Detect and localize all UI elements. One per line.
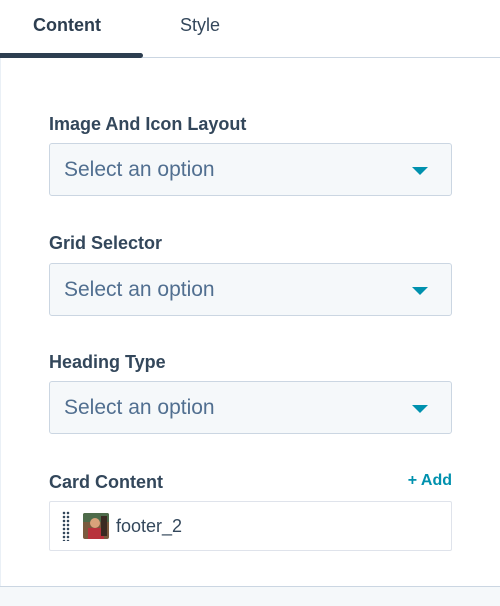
image-icon-layout-label: Image And Icon Layout — [49, 114, 247, 134]
tab-content[interactable]: Content — [33, 14, 101, 36]
panel-edge — [0, 58, 1, 606]
add-card-button[interactable]: + Add — [408, 471, 452, 491]
heading-type-placeholder: Select an option — [64, 396, 215, 419]
card-item-name[interactable]: footer_2 — [116, 515, 182, 537]
tab-bar: Content Style — [0, 0, 500, 58]
module-editor-panel: Content Style Image And Icon Layout Sele… — [0, 0, 500, 606]
caret-down-icon — [412, 405, 428, 413]
heading-type-label: Heading Type — [49, 352, 166, 372]
card-content-label: Card Content — [49, 472, 163, 492]
grid-selector-label: Grid Selector — [49, 233, 163, 253]
heading-type-select[interactable]: Select an option — [49, 381, 452, 434]
panel-footer-divider — [0, 586, 500, 606]
grid-selector-select[interactable]: Select an option — [49, 263, 452, 316]
caret-down-icon — [412, 167, 428, 175]
card-content-list: footer_2 — [49, 501, 452, 551]
grid-selector-placeholder: Select an option — [64, 278, 215, 301]
drag-handle-icon[interactable] — [62, 511, 70, 541]
image-icon-layout-select[interactable]: Select an option — [49, 143, 452, 196]
image-icon-layout-placeholder: Select an option — [64, 158, 215, 181]
active-tab-indicator — [0, 53, 143, 58]
tab-style[interactable]: Style — [180, 14, 220, 36]
caret-down-icon — [412, 287, 428, 295]
image-thumbnail-icon — [83, 513, 109, 539]
